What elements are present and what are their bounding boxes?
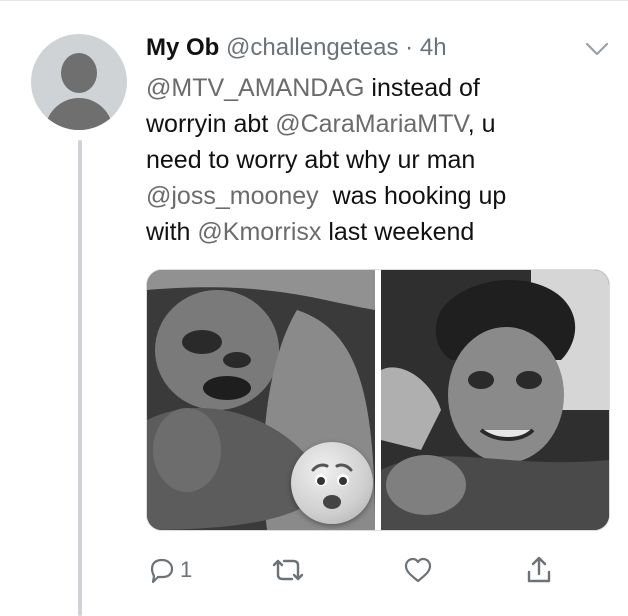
mention-kmorrisx[interactable]: @Kmorrisx bbox=[197, 218, 321, 246]
share-button[interactable] bbox=[524, 548, 554, 592]
tweet-text-segment: last weekend bbox=[321, 218, 475, 246]
anxious-face-icon bbox=[311, 463, 353, 509]
avatar[interactable] bbox=[31, 34, 127, 130]
author-name[interactable]: My Ob bbox=[146, 34, 219, 61]
tweet-text-segment: , u bbox=[467, 110, 496, 138]
tweet-line-4: @joss_mooney was hooking up bbox=[146, 178, 576, 214]
mention-mtv-amandag[interactable]: @MTV_AMANDAG bbox=[146, 74, 364, 102]
tweet-line-5: with @Kmorrisx last weekend bbox=[146, 214, 576, 250]
tweet-text-segment: worryin abt bbox=[146, 110, 276, 138]
tweet-text-segment: instead of bbox=[364, 74, 480, 102]
mention-joss-mooney[interactable]: @joss_mooney bbox=[146, 182, 319, 210]
retweet-button[interactable] bbox=[268, 548, 308, 592]
tweet-text: @MTV_AMANDAG instead of worryin abt @Car… bbox=[146, 70, 576, 250]
reply-button[interactable]: 1 bbox=[146, 548, 192, 592]
tweet-timestamp[interactable]: 4h bbox=[420, 34, 447, 61]
avatar-body-icon bbox=[45, 98, 113, 130]
thread-line bbox=[78, 140, 82, 616]
more-options-button[interactable] bbox=[583, 38, 611, 60]
tweet-actions: 1 bbox=[0, 548, 628, 592]
tweet-text-segment: with bbox=[146, 218, 198, 246]
tweet-text-segment: was hooking up bbox=[318, 182, 507, 210]
tweet-header: My Ob @challengeteas · 4h bbox=[146, 32, 447, 64]
retweet-icon bbox=[272, 559, 304, 581]
chevron-down-icon bbox=[585, 42, 609, 56]
share-icon bbox=[527, 556, 551, 583]
author-handle[interactable]: @challengeteas bbox=[226, 34, 398, 61]
mention-caramariamtv[interactable]: @CaraMariaMTV bbox=[275, 110, 468, 138]
reply-count: 1 bbox=[180, 557, 193, 582]
photo-right-image bbox=[381, 270, 609, 530]
top-divider bbox=[0, 0, 628, 1]
reply-icon bbox=[150, 558, 174, 584]
tweet-line-1: @MTV_AMANDAG instead of bbox=[146, 70, 576, 106]
photo-right[interactable] bbox=[381, 270, 609, 530]
avatar-head-icon bbox=[61, 53, 97, 93]
like-button[interactable] bbox=[402, 548, 434, 592]
tweet-line-2: worryin abt @CaraMariaMTV, u bbox=[146, 106, 576, 142]
tweet-text-segment: need to worry abt why ur man bbox=[146, 146, 476, 174]
header-separator: · bbox=[405, 34, 414, 61]
tweet-line-3: need to worry abt why ur man bbox=[146, 142, 576, 178]
media-grid bbox=[146, 269, 610, 531]
photo-left[interactable] bbox=[147, 270, 375, 530]
anxious-face-emoji-icon bbox=[291, 442, 373, 524]
heart-icon bbox=[404, 557, 432, 583]
